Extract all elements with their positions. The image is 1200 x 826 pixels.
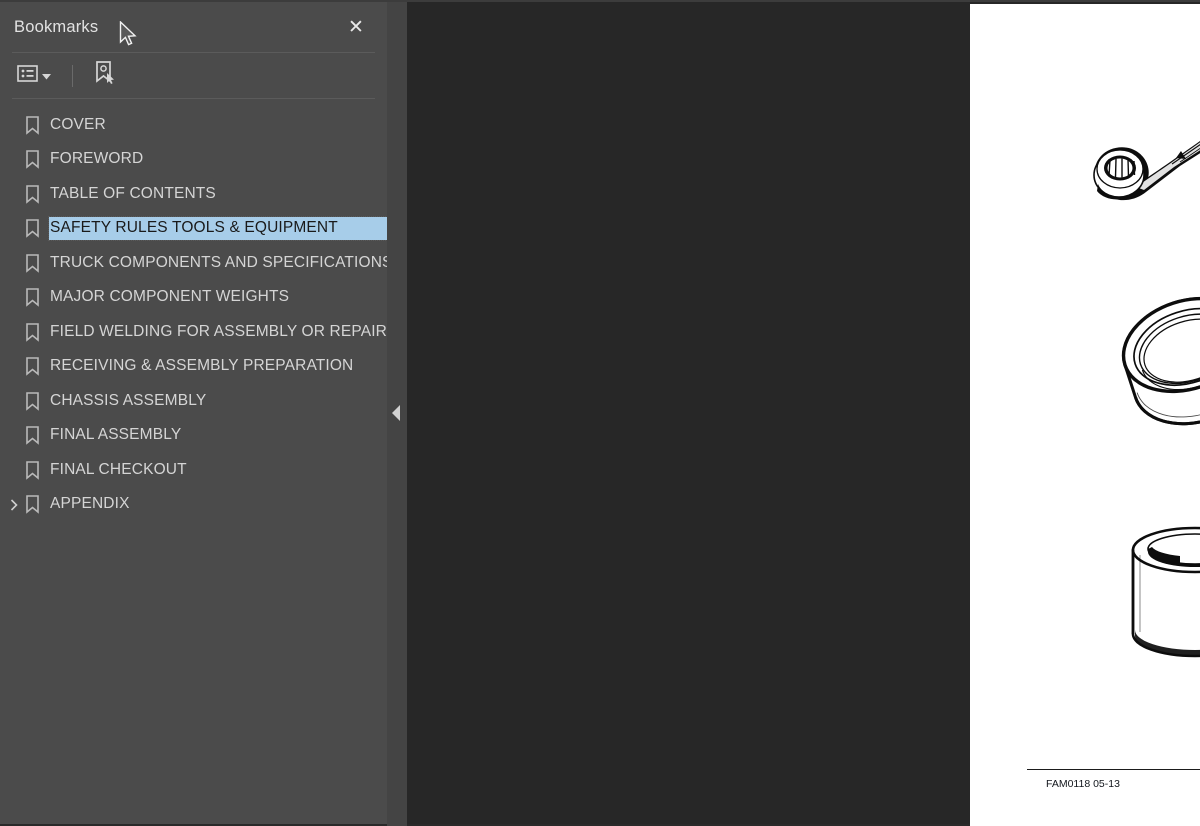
bookmark-options-button[interactable]	[14, 63, 54, 89]
bookmark-item-label: FINAL CHECKOUT	[50, 460, 187, 478]
bookmark-icon	[24, 218, 41, 239]
chevron-down-icon	[42, 67, 51, 85]
bookmark-item-appendix[interactable]: APPENDIX	[0, 488, 387, 523]
bookmarks-panel-header: Bookmarks ✕	[0, 2, 387, 52]
bookmark-item-cover[interactable]: COVER	[0, 108, 387, 143]
bookmark-item-label: TRUCK COMPONENTS AND SPECIFICATIONS	[50, 253, 393, 271]
bookmark-icon	[24, 184, 41, 205]
bookmark-item-label: FIELD WELDING FOR ASSEMBLY OR REPAIR	[50, 322, 387, 340]
page-footer: FAM0118 05-13 Safety Rules, Tools, & Equ…	[1027, 776, 1200, 796]
bookmark-item-label: CHASSIS ASSEMBLY	[50, 391, 207, 409]
sleeve-alignment-tool-figure	[1110, 522, 1200, 667]
bookmark-item-truck-components-and-specifications[interactable]: TRUCK COMPONENTS AND SPECIFICATIONS	[0, 246, 392, 281]
bookmark-icon	[24, 391, 41, 412]
bookmark-item-label: APPENDIX	[50, 495, 130, 513]
footer-rule	[1027, 769, 1200, 771]
bookmark-icon	[24, 425, 41, 446]
bookmark-item-label: COVER	[50, 115, 106, 133]
bookmark-item-receiving-assembly-preparation[interactable]: RECEIVING & ASSEMBLY PREPARATION	[0, 350, 387, 385]
collapse-sidebar-handle[interactable]	[392, 405, 400, 421]
seal-installation-ring-figure	[1098, 282, 1200, 447]
bookmark-item-final-checkout[interactable]: FINAL CHECKOUT	[0, 453, 387, 488]
bookmark-item-label: RECEIVING & ASSEMBLY PREPARATION	[50, 357, 354, 375]
new-bookmark-button[interactable]	[91, 59, 119, 92]
bookmark-item-chassis-assembly[interactable]: CHASSIS ASSEMBLY	[0, 384, 387, 419]
bookmark-item-final-assembly[interactable]: FINAL ASSEMBLY	[0, 419, 387, 454]
bookmark-item-label: TABLE OF CONTENTS	[50, 184, 216, 202]
bookmark-icon	[24, 149, 41, 170]
pdf-page: Part Number Description Use PC1980 Offse…	[970, 4, 1200, 826]
bookmark-item-foreword[interactable]: FOREWORD	[0, 143, 387, 178]
close-icon[interactable]: ✕	[345, 16, 367, 38]
bookmark-item-label: FOREWORD	[50, 150, 144, 168]
bookmark-icon	[24, 287, 41, 308]
toolbar-separator	[72, 64, 73, 87]
bookmarks-panel-title: Bookmarks	[14, 17, 99, 36]
bookmark-icon	[24, 322, 41, 343]
bookmark-icon	[24, 356, 41, 377]
pdf-reader-window: Bookmarks ✕ COVER FOREWORD TABLE OF CONT…	[0, 0, 1200, 826]
bookmark-item-field-welding-for-assembly-or-repair[interactable]: FIELD WELDING FOR ASSEMBLY OR REPAIR	[0, 315, 387, 350]
bookmark-icon	[24, 253, 41, 274]
footer-section-title: Safety Rules, Tools, & Equipment	[1027, 778, 1200, 790]
bookmark-icon	[24, 460, 41, 481]
pdf-viewer-area[interactable]: Part Number Description Use PC1980 Offse…	[407, 0, 1200, 826]
new-bookmark-icon	[94, 61, 116, 90]
bookmarks-list: COVER FOREWORD TABLE OF CONTENTS SAFETY …	[0, 99, 534, 523]
bookmarks-panel: Bookmarks ✕ COVER FOREWORD TABLE OF CONT…	[0, 0, 534, 824]
bookmarks-toolbar	[0, 53, 387, 98]
bookmark-icon	[24, 494, 41, 515]
bookmark-item-table-of-contents[interactable]: TABLE OF CONTENTS	[0, 177, 387, 212]
bookmark-item-label: FINAL ASSEMBLY	[50, 426, 182, 444]
bookmark-item-major-component-weights[interactable]: MAJOR COMPONENT WEIGHTS	[0, 281, 387, 316]
bookmark-options-icon	[17, 64, 38, 87]
chevron-right-icon[interactable]	[8, 499, 20, 511]
bookmark-item-safety-rules-tools-equipment[interactable]: SAFETY RULES TOOLS & EQUIPMENT	[0, 212, 534, 247]
offset-box-end-wrench-figure	[1050, 72, 1200, 212]
bookmark-icon	[24, 115, 41, 136]
bookmark-item-label: MAJOR COMPONENT WEIGHTS	[50, 288, 290, 306]
